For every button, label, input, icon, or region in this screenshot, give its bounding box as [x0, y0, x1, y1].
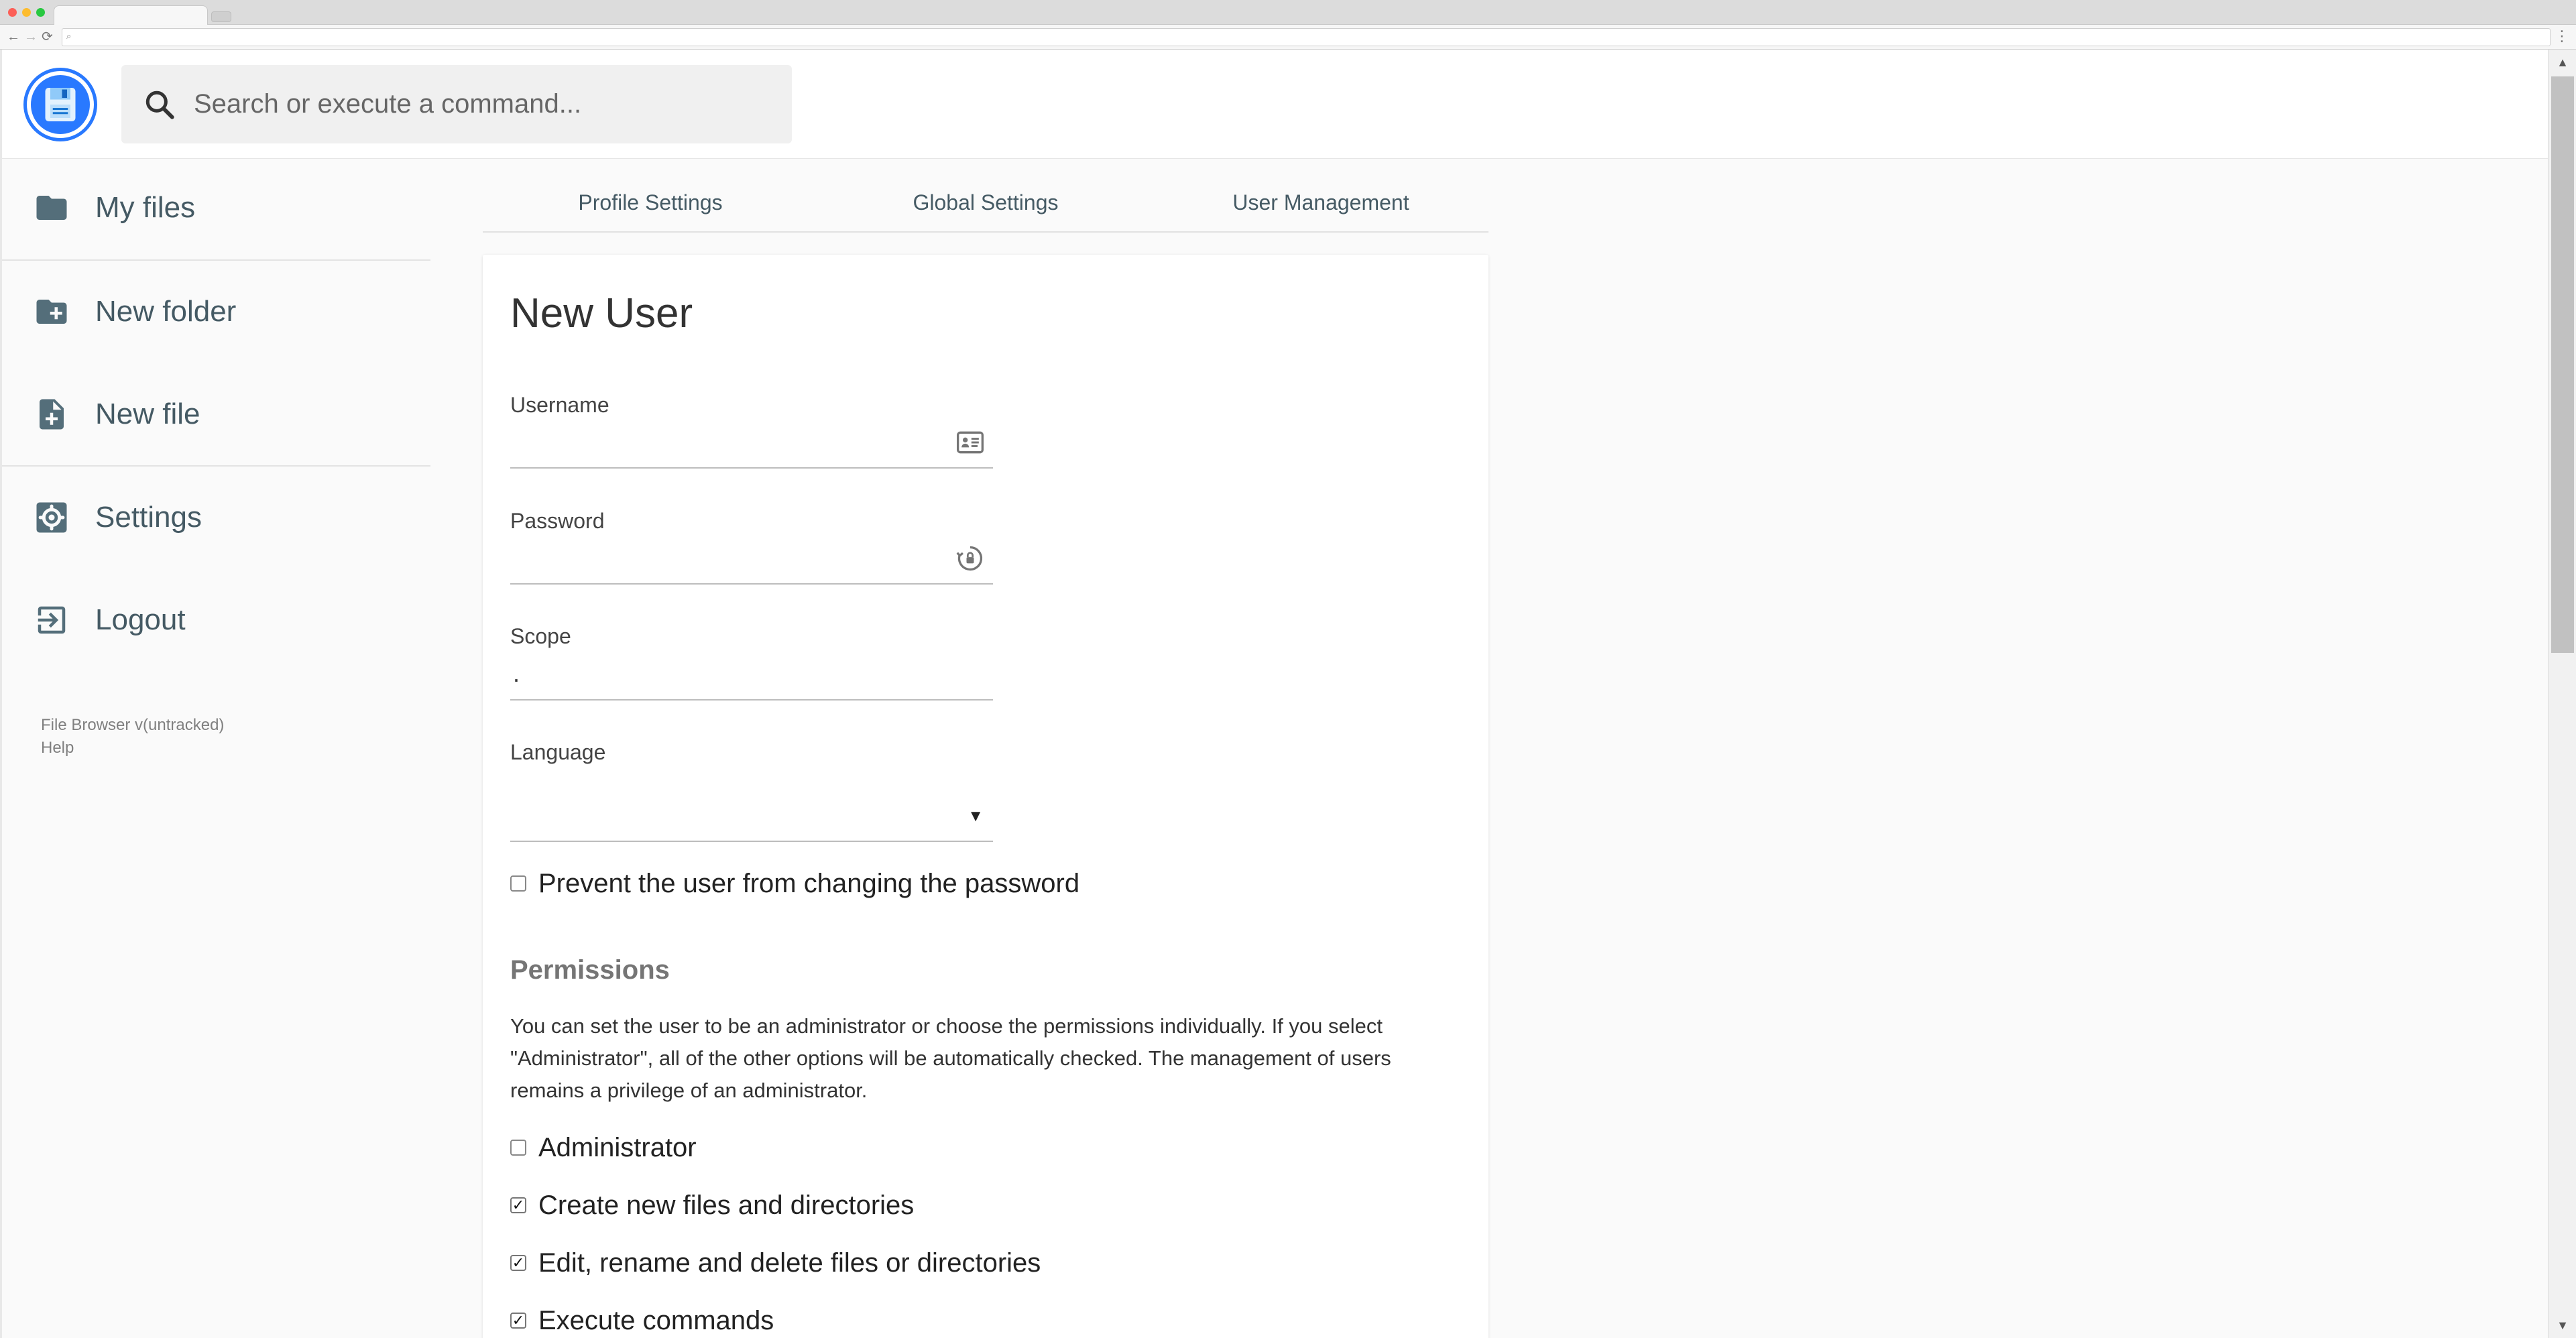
- main-area: My files New folder New file Settings Lo…: [0, 159, 2548, 1338]
- folder-icon: [34, 190, 70, 226]
- page-scrollbar[interactable]: ▲ ▼: [2548, 50, 2576, 1338]
- scope-label: Scope: [510, 624, 571, 648]
- sidebar-divider: [0, 465, 430, 467]
- floppy-disk-icon: [45, 88, 76, 121]
- close-window-button[interactable]: [8, 8, 17, 17]
- settings-tabs: Profile Settings Global Settings User Ma…: [483, 172, 1488, 233]
- language-select[interactable]: ▼: [510, 770, 993, 842]
- settings-icon: [34, 499, 70, 536]
- tab-global-settings[interactable]: Global Settings: [818, 172, 1153, 233]
- app-header: [0, 50, 2548, 159]
- back-icon[interactable]: ←: [7, 29, 20, 45]
- reload-icon[interactable]: ⟳: [42, 29, 53, 45]
- create-checkbox[interactable]: ✓: [510, 1197, 526, 1213]
- password-label: Password: [510, 509, 605, 533]
- help-link[interactable]: Help: [41, 737, 74, 759]
- browser-tab[interactable]: [54, 5, 208, 25]
- permissions-description: You can set the user to be an administra…: [510, 1014, 1391, 1102]
- username-label: Username: [510, 393, 609, 417]
- exit-icon: [34, 602, 70, 638]
- permission-label: Administrator: [538, 1132, 697, 1162]
- permission-row-create[interactable]: ✓ Create new files and directories: [510, 1185, 914, 1225]
- dropdown-arrow-icon: ▼: [968, 807, 984, 825]
- password-input[interactable]: [510, 532, 993, 585]
- search-box[interactable]: [121, 65, 792, 143]
- sidebar-item-my-files[interactable]: My files: [0, 171, 430, 245]
- scope-input[interactable]: [510, 648, 993, 701]
- lock-password-checkbox[interactable]: [510, 875, 526, 892]
- permissions-title: Permissions: [510, 955, 670, 985]
- permission-label: Execute commands: [538, 1305, 774, 1335]
- scroll-up-icon[interactable]: ▲: [2549, 52, 2576, 72]
- scroll-down-icon[interactable]: ▼: [2549, 1315, 2576, 1335]
- permission-label: Create new files and directories: [538, 1190, 915, 1220]
- permission-row-administrator[interactable]: Administrator: [510, 1128, 697, 1168]
- lock-reset-icon: [956, 546, 983, 571]
- version-credits: File Browser v(untracked): [41, 716, 225, 734]
- search-input[interactable]: [194, 85, 770, 123]
- tab-user-management[interactable]: User Management: [1153, 172, 1488, 233]
- page-title: New User: [510, 290, 693, 337]
- execute-checkbox[interactable]: ✓: [510, 1313, 526, 1329]
- browser-toolbar: ← → ⟳ ⌕ ⋮: [0, 25, 2576, 50]
- lock-password-row[interactable]: Prevent the user from changing the passw…: [510, 863, 1079, 904]
- sidebar-item-new-folder[interactable]: New folder: [0, 275, 430, 349]
- sidebar-divider: [0, 259, 430, 261]
- tab-profile-settings[interactable]: Profile Settings: [483, 172, 818, 233]
- sidebar-item-label: Settings: [95, 501, 202, 534]
- new-tab-button[interactable]: [211, 11, 231, 22]
- sidebar-item-label: My files: [95, 191, 196, 224]
- sidebar-item-label: Logout: [95, 603, 186, 636]
- forward-icon[interactable]: →: [24, 29, 38, 45]
- permission-row-modify[interactable]: ✓ Edit, rename and delete files or direc…: [510, 1243, 1041, 1283]
- omnibox-search-icon: ⌕: [66, 31, 72, 41]
- window-left-border: [0, 50, 2, 1338]
- minimize-window-button[interactable]: [22, 8, 31, 17]
- sidebar-item-settings[interactable]: Settings: [0, 481, 430, 554]
- account-box-icon: [957, 431, 984, 454]
- sidebar-item-label: New folder: [95, 295, 237, 328]
- search-icon: [145, 90, 174, 119]
- sidebar-item-label: New file: [95, 398, 200, 430]
- modify-checkbox[interactable]: ✓: [510, 1255, 526, 1271]
- administrator-checkbox[interactable]: [510, 1140, 526, 1156]
- permission-label: Edit, rename and delete files or directo…: [538, 1248, 1041, 1278]
- sidebar-item-new-file[interactable]: New file: [0, 377, 430, 451]
- address-bar[interactable]: ⌕: [62, 28, 2551, 46]
- sidebar-item-logout[interactable]: Logout: [0, 583, 430, 657]
- browser-tab-strip: [0, 0, 2576, 25]
- new-user-card: New User Username Password Scope Languag…: [483, 255, 1488, 1338]
- username-input[interactable]: [510, 416, 993, 469]
- note-add-icon: [34, 396, 70, 432]
- permission-row-execute[interactable]: ✓ Execute commands: [510, 1300, 774, 1338]
- app-logo[interactable]: [27, 71, 94, 138]
- browser-menu-icon[interactable]: ⋮: [2555, 27, 2569, 45]
- language-label: Language: [510, 740, 606, 764]
- lock-password-label: Prevent the user from changing the passw…: [538, 868, 1080, 898]
- create-new-folder-icon: [34, 294, 70, 330]
- maximize-window-button[interactable]: [36, 8, 45, 17]
- scroll-thumb[interactable]: [2551, 76, 2574, 653]
